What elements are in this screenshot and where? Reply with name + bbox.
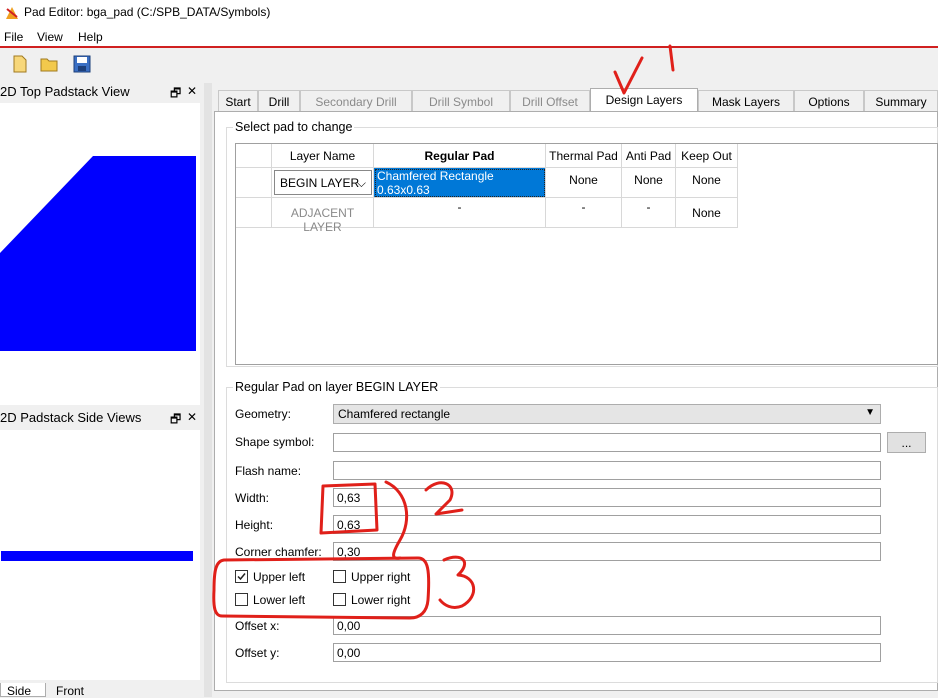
col-layer-name: Layer Name [272, 144, 374, 168]
pad-shape-top [0, 156, 196, 351]
anti-pad-cell[interactable]: - [622, 198, 676, 228]
app-icon [6, 7, 18, 19]
tab-secondary-drill[interactable]: Secondary Drill [300, 90, 412, 112]
col-keep-out: Keep Out [676, 144, 738, 168]
height-label: Height: [235, 518, 274, 532]
menu-view[interactable]: View [37, 30, 63, 44]
thermal-pad-cell[interactable]: None [546, 168, 622, 198]
lower-left-checkbox[interactable] [235, 593, 248, 606]
tab-start[interactable]: Start [218, 90, 258, 112]
tab-mask-layers[interactable]: Mask Layers [698, 90, 794, 112]
offset-x-field[interactable]: 0,00 [333, 616, 881, 635]
regular-pad-cell-selected[interactable]: Chamfered Rectangle 0.63x0.63 [374, 168, 546, 198]
upper-left-label: Upper left [253, 570, 306, 584]
offset-y-label: Offset y: [235, 646, 280, 660]
corner-chamfer-label: Corner chamfer: [235, 545, 322, 559]
regular-pad-cell[interactable]: - [374, 198, 546, 228]
geometry-label: Geometry: [235, 407, 292, 421]
upper-right-label: Upper right [351, 570, 411, 584]
upper-left-checkbox[interactable] [235, 570, 248, 583]
height-field[interactable]: 0,63 [333, 515, 881, 534]
side-view-title: 2D Padstack Side Views [0, 410, 142, 425]
menu-help[interactable]: Help [78, 30, 103, 44]
close-icon[interactable]: ✕ [187, 84, 197, 98]
regular-pad-group [226, 387, 938, 683]
pad-side-bar [1, 551, 193, 561]
lower-left-label: Lower left [253, 593, 306, 607]
flash-name-label: Flash name: [235, 464, 302, 478]
menu-bar: File View Help [0, 26, 938, 48]
chevron-down-icon: ⌵ [356, 176, 366, 190]
flash-name-field[interactable] [333, 461, 881, 480]
tab-design-layers[interactable]: Design Layers [590, 88, 698, 112]
regular-pad-title: Regular Pad on layer BEGIN LAYER [233, 380, 441, 394]
geometry-select[interactable]: Chamfered rectangle ▼ [333, 404, 881, 424]
tab-summary[interactable]: Summary [864, 90, 938, 112]
table-row: ADJACENT LAYER [272, 198, 374, 234]
col-regular-pad: Regular Pad [374, 144, 546, 168]
top-view-header: 2D Top Padstack View 🗗 ✕ [0, 83, 201, 101]
width-field[interactable]: 0,63 [333, 488, 881, 507]
tab-front[interactable]: Front [46, 683, 106, 698]
offset-x-label: Offset x: [235, 619, 280, 633]
float-icon[interactable]: 🗗 [170, 410, 181, 431]
tab-options[interactable]: Options [794, 90, 864, 112]
layer-select[interactable]: BEGIN LAYER ⌵ [274, 170, 372, 195]
lower-right-checkbox[interactable] [333, 593, 346, 606]
open-folder-icon[interactable] [39, 54, 59, 74]
tab-side[interactable]: Side [0, 683, 46, 698]
dropdown-arrow-icon: ▼ [865, 407, 875, 418]
menu-file[interactable]: File [4, 30, 23, 44]
save-icon[interactable] [72, 54, 92, 74]
shape-symbol-field[interactable] [333, 433, 881, 452]
pad-table: Layer Name Regular Pad Thermal Pad Anti … [235, 143, 938, 365]
select-pad-title: Select pad to change [233, 120, 355, 134]
float-icon[interactable]: 🗗 [170, 84, 181, 105]
check-icon [237, 573, 246, 581]
tab-drill[interactable]: Drill [258, 90, 300, 112]
side-view-canvas [0, 430, 200, 680]
window-title: Pad Editor: bga_pad (C:/SPB_DATA/Symbols… [24, 5, 271, 19]
close-icon[interactable]: ✕ [187, 410, 197, 424]
keep-out-cell[interactable]: None [676, 198, 738, 228]
lower-right-label: Lower right [351, 593, 411, 607]
table-row: BEGIN LAYER ⌵ [272, 168, 374, 198]
title-bar: Pad Editor: bga_pad (C:/SPB_DATA/Symbols… [0, 0, 938, 26]
thermal-pad-cell[interactable]: - [546, 198, 622, 228]
top-view-canvas [0, 103, 200, 405]
col-anti-pad: Anti Pad [622, 144, 676, 168]
browse-button[interactable]: ... [887, 432, 926, 453]
corner-chamfer-field[interactable]: 0,30 [333, 542, 881, 561]
col-thermal-pad: Thermal Pad [546, 144, 622, 168]
width-label: Width: [235, 491, 270, 505]
splitter[interactable] [204, 83, 212, 697]
tab-drill-symbol[interactable]: Drill Symbol [412, 90, 510, 112]
new-file-icon[interactable] [10, 54, 30, 74]
toolbar [0, 48, 938, 82]
tab-drill-offset[interactable]: Drill Offset [510, 90, 590, 112]
upper-right-checkbox[interactable] [333, 570, 346, 583]
keep-out-cell[interactable]: None [676, 168, 738, 198]
side-view-header: 2D Padstack Side Views 🗗 ✕ [0, 409, 201, 427]
top-view-title: 2D Top Padstack View [0, 84, 130, 99]
anti-pad-cell[interactable]: None [622, 168, 676, 198]
offset-y-field[interactable]: 0,00 [333, 643, 881, 662]
shape-symbol-label: Shape symbol: [235, 435, 315, 449]
